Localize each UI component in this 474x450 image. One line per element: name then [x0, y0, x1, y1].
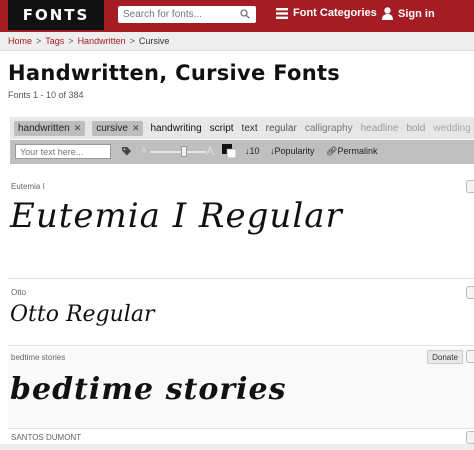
sort-label: Popularity: [274, 146, 315, 156]
preview-toolbar: A A ↓10 ↓Popularity 🔗︎Permalink: [10, 140, 474, 164]
logo-text: FONTS: [22, 6, 90, 24]
small-a-icon: A: [141, 146, 147, 155]
breadcrumb-separator: >: [68, 36, 74, 46]
font-options-button[interactable]: [466, 431, 474, 444]
tag-bold[interactable]: bold: [406, 123, 425, 134]
font-options-button[interactable]: [466, 180, 474, 193]
font-categories-label: Font Categories: [293, 7, 377, 19]
breadcrumb-home[interactable]: Home: [8, 36, 32, 46]
selected-tag-cursive[interactable]: cursive ✕: [92, 120, 144, 136]
font-name-bedtime-stories[interactable]: bedtime stories: [11, 353, 65, 362]
size-sort[interactable]: ↓10: [245, 146, 260, 156]
tag-icon[interactable]: [121, 146, 132, 157]
size-value: 10: [249, 146, 260, 156]
remove-tag-icon[interactable]: ✕: [74, 123, 82, 134]
results-count: Fonts 1 - 10 of 384: [8, 90, 84, 100]
site-logo[interactable]: FONTS: [8, 0, 104, 30]
font-options-button[interactable]: [466, 286, 474, 299]
search-input[interactable]: [123, 7, 241, 22]
top-bar: FONTS Font Categories Sign in: [0, 0, 474, 32]
font-name-santos-dumont[interactable]: SANTOS DUMONT: [11, 433, 81, 442]
tag-calligraphy[interactable]: calligraphy: [305, 123, 353, 134]
donate-button[interactable]: Donate: [427, 350, 463, 364]
horizontal-scrollbar[interactable]: [0, 444, 474, 450]
font-preview-eutemia[interactable]: Eutemia I Regular: [10, 196, 343, 236]
breadcrumb: Home > Tags > Handwritten > Cursive: [0, 32, 474, 51]
large-a-icon: A: [206, 144, 215, 158]
size-slider-handle[interactable]: [181, 146, 187, 157]
tag-headline[interactable]: headline: [361, 123, 399, 134]
sort-popularity[interactable]: ↓Popularity: [270, 146, 315, 156]
page-title: Handwritten, Cursive Fonts: [8, 61, 341, 85]
remove-tag-icon[interactable]: ✕: [132, 123, 140, 134]
tag-script[interactable]: script: [210, 123, 234, 134]
menu-icon: [276, 7, 288, 19]
user-icon: [382, 7, 393, 20]
size-slider-track[interactable]: [150, 151, 206, 153]
search-icon[interactable]: [240, 9, 250, 19]
tag-handwriting[interactable]: handwriting: [150, 123, 201, 134]
font-preview-otto[interactable]: Otto Regular: [10, 302, 154, 327]
color-contrast-icon[interactable]: [222, 144, 236, 158]
preview-text-input[interactable]: [15, 144, 111, 159]
row-divider: [8, 428, 474, 429]
breadcrumb-handwritten[interactable]: Handwritten: [78, 36, 126, 46]
breadcrumb-current: Cursive: [138, 36, 170, 46]
selected-tag-handwritten[interactable]: handwritten ✕: [14, 120, 86, 136]
sign-in-label: Sign in: [398, 7, 435, 20]
permalink-link[interactable]: 🔗︎Permalink: [326, 146, 377, 157]
permalink-label: Permalink: [337, 146, 378, 156]
row-divider: [8, 278, 474, 279]
tag-filter-bar: handwritten ✕ cursive ✕ handwriting script…: [10, 117, 474, 139]
font-preview-bedtime-stories[interactable]: bedtime stories: [10, 372, 287, 407]
font-name-eutemia[interactable]: Eutemia I: [11, 182, 45, 191]
font-name-otto[interactable]: Otto: [11, 288, 26, 297]
font-categories-menu[interactable]: Font Categories: [276, 7, 377, 19]
breadcrumb-separator: >: [129, 36, 135, 46]
tag-regular[interactable]: regular: [266, 123, 297, 134]
tag-label: handwritten: [18, 122, 70, 134]
sign-in-link[interactable]: Sign in: [382, 7, 435, 20]
row-divider: [8, 345, 474, 346]
link-icon: 🔗︎: [326, 146, 338, 156]
breadcrumb-separator: >: [36, 36, 42, 46]
tag-label: cursive: [96, 122, 128, 134]
breadcrumb-tags[interactable]: Tags: [45, 36, 64, 46]
tag-wedding[interactable]: wedding: [433, 123, 470, 134]
tag-text[interactable]: text: [242, 123, 258, 134]
font-options-button[interactable]: [466, 350, 474, 363]
search-box[interactable]: [118, 6, 256, 23]
